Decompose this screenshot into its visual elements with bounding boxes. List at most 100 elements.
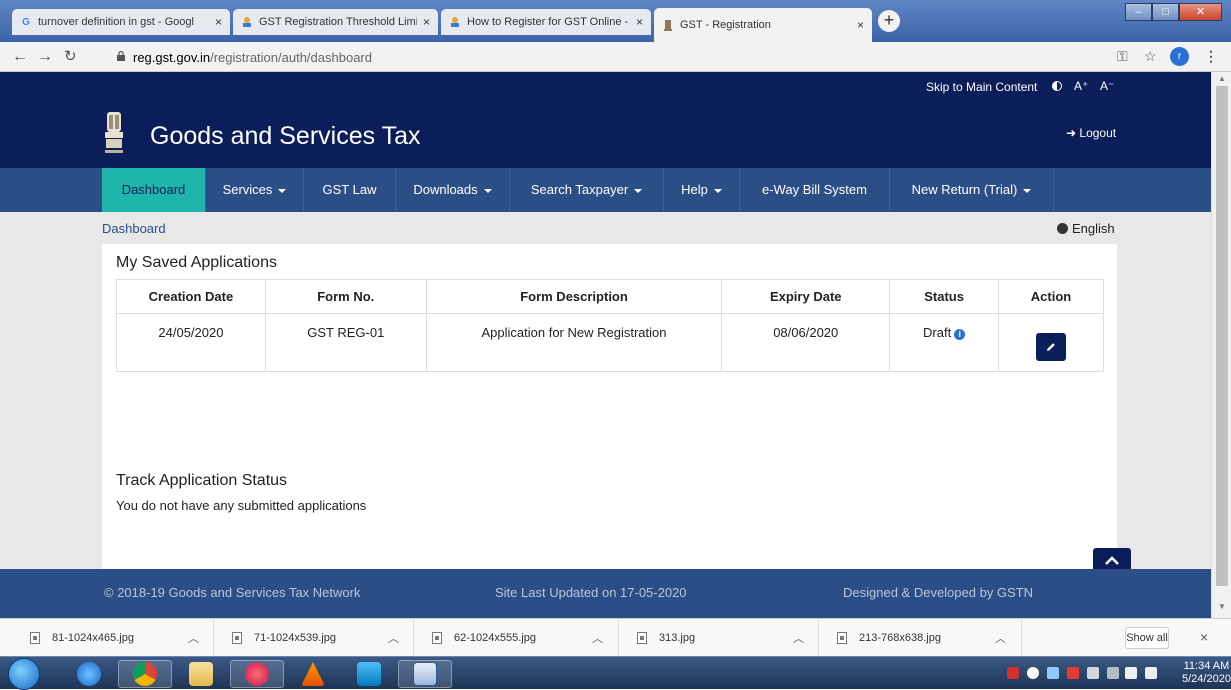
image-file-icon (837, 632, 847, 644)
close-tab-icon[interactable]: × (636, 15, 643, 29)
app-icon[interactable] (230, 660, 284, 688)
download-item[interactable]: 62-1024x555.jpg ︿ (414, 619, 619, 657)
no-applications-message: You do not have any submitted applicatio… (116, 498, 367, 513)
chevron-up-icon[interactable]: ︿ (592, 630, 603, 646)
info-icon[interactable]: i (954, 329, 966, 340)
download-item[interactable]: 81-1024x465.jpg ︿ (0, 619, 214, 657)
logout-label: Logout (1079, 126, 1117, 140)
logout-icon: ➜ (1066, 126, 1080, 140)
page-scrollbar[interactable]: ▲ ▼ (1211, 72, 1231, 618)
close-download-bar-icon[interactable]: × (1200, 629, 1208, 645)
star-bookmark-icon[interactable]: ☆ (1144, 48, 1157, 65)
nav-eway-bill[interactable]: e-Way Bill System (740, 168, 890, 212)
close-window-icon[interactable]: ✕ (1179, 3, 1222, 21)
chevron-up-icon[interactable]: ︿ (995, 630, 1006, 646)
close-tab-icon[interactable]: × (857, 18, 864, 32)
google-icon: G (22, 16, 30, 28)
window-controls: – □ ✕ (1125, 3, 1222, 21)
action-cell (998, 313, 1104, 372)
form-number-cell: GST REG-01 (264, 313, 427, 372)
show-all-downloads-button[interactable]: Show all (1125, 627, 1169, 649)
download-bar: 81-1024x465.jpg ︿ 71-1024x539.jpg ︿ 62-1… (0, 618, 1231, 657)
windows-taskbar: 11:34 AM 5/24/2020 (0, 656, 1231, 690)
network-icon[interactable] (1087, 667, 1099, 679)
pencil-icon (1047, 343, 1055, 351)
nav-new-return[interactable]: New Return (Trial) (890, 168, 1054, 212)
skip-to-main-link[interactable]: Skip to Main Content (926, 80, 1037, 94)
edit-application-button[interactable] (1036, 333, 1067, 361)
nav-services[interactable]: Services (206, 168, 304, 212)
footer-last-updated: Site Last Updated on 17-05-2020 (495, 585, 687, 600)
scrollbar-thumb[interactable] (1216, 86, 1228, 586)
font-increase-button[interactable]: A⁺ (1074, 79, 1088, 93)
chrome-icon[interactable] (118, 660, 172, 688)
browser-tab-active[interactable]: GST - Registration × (654, 8, 872, 42)
menu-dots-icon[interactable]: ⋮ (1204, 48, 1218, 65)
caret-down-icon (713, 188, 722, 193)
nav-gst-law[interactable]: GST Law (304, 168, 396, 212)
accessibility-bar: Skip to Main Content A⁺ A⁻ (0, 72, 1211, 100)
download-item[interactable]: 313.jpg ︿ (619, 619, 819, 657)
lock-icon (117, 51, 125, 61)
download-filename: 62-1024x555.jpg (454, 632, 536, 644)
tray-app-icon[interactable] (1027, 667, 1039, 679)
scroll-down-arrow-icon[interactable]: ▼ (1218, 602, 1226, 611)
browser-tab-2[interactable]: GST Registration Threshold Limit × (233, 9, 438, 35)
breadcrumb-dashboard[interactable]: Dashboard (102, 221, 166, 236)
nav-downloads[interactable]: Downloads (396, 168, 510, 212)
download-item[interactable]: 213-768x638.jpg ︿ (819, 619, 1022, 657)
new-tab-button[interactable]: + (878, 10, 900, 32)
image-file-icon (30, 632, 40, 644)
back-arrow-icon[interactable]: ← (12, 48, 28, 66)
word-icon[interactable] (398, 660, 452, 688)
close-tab-icon[interactable]: × (423, 15, 430, 29)
nav-label: Dashboard (121, 182, 186, 197)
profile-avatar[interactable]: r (1170, 47, 1189, 66)
forward-arrow-icon[interactable]: → (37, 48, 53, 66)
tab-title: How to Register for GST Online - (467, 16, 629, 28)
antivirus-icon[interactable] (1067, 667, 1079, 679)
minimize-window-icon[interactable]: – (1125, 3, 1152, 21)
signal-icon[interactable] (1107, 667, 1119, 679)
taskbar-clock[interactable]: 11:34 AM 5/24/2020 (1182, 660, 1231, 686)
reload-icon[interactable]: ↻ (64, 48, 77, 66)
browser-tab-1[interactable]: G turnover definition in gst - Googl × (12, 9, 230, 35)
font-decrease-button[interactable]: A⁻ (1100, 79, 1114, 93)
page-viewport: Skip to Main Content A⁺ A⁻ Goods and Ser… (0, 72, 1211, 618)
maximize-window-icon[interactable]: □ (1152, 3, 1179, 21)
volume-icon[interactable] (1125, 667, 1137, 679)
vlc-icon[interactable] (286, 660, 340, 688)
nav-help[interactable]: Help (664, 168, 740, 212)
browser-tab-3[interactable]: How to Register for GST Online - × (441, 9, 651, 35)
url-path: /registration/auth/dashboard (210, 50, 372, 65)
language-selector[interactable]: English (1057, 221, 1115, 236)
pdf-tray-icon[interactable] (1007, 667, 1019, 679)
flag-icon[interactable] (1145, 667, 1157, 679)
internet-explorer-icon[interactable] (62, 660, 116, 688)
chevron-up-icon[interactable]: ︿ (188, 630, 199, 646)
media-player-icon[interactable] (342, 660, 396, 688)
logout-button[interactable]: ➜ Logout (1066, 126, 1116, 140)
close-tab-icon[interactable]: × (215, 15, 222, 29)
file-explorer-icon[interactable] (174, 660, 228, 688)
column-header: Status (889, 279, 1000, 314)
status-text: Draft (923, 325, 952, 340)
address-bar[interactable]: reg.gst.gov.in/registration/auth/dashboa… (133, 50, 372, 65)
saved-applications-table: Creation Date Form No. Form Description … (116, 279, 1104, 372)
image-file-icon (637, 632, 647, 644)
chevron-up-icon[interactable]: ︿ (793, 630, 804, 646)
site-header: Goods and Services Tax ➜ Logout (0, 100, 1211, 168)
download-item[interactable]: 71-1024x539.jpg ︿ (214, 619, 414, 657)
key-icon[interactable]: ⚿ (1117, 48, 1128, 65)
chevron-up-icon[interactable]: ︿ (388, 630, 399, 646)
tab-site-icon (241, 16, 253, 28)
bluetooth-icon[interactable] (1047, 667, 1059, 679)
image-file-icon (432, 632, 442, 644)
nav-label: e-Way Bill System (762, 182, 867, 197)
scroll-up-arrow-icon[interactable]: ▲ (1218, 74, 1226, 83)
windows-start-button[interactable] (8, 658, 40, 690)
contrast-toggle-icon[interactable] (1052, 81, 1062, 91)
form-description-cell: Application for New Registration (425, 313, 723, 372)
nav-search-taxpayer[interactable]: Search Taxpayer (510, 168, 664, 212)
nav-dashboard[interactable]: Dashboard (102, 168, 206, 212)
